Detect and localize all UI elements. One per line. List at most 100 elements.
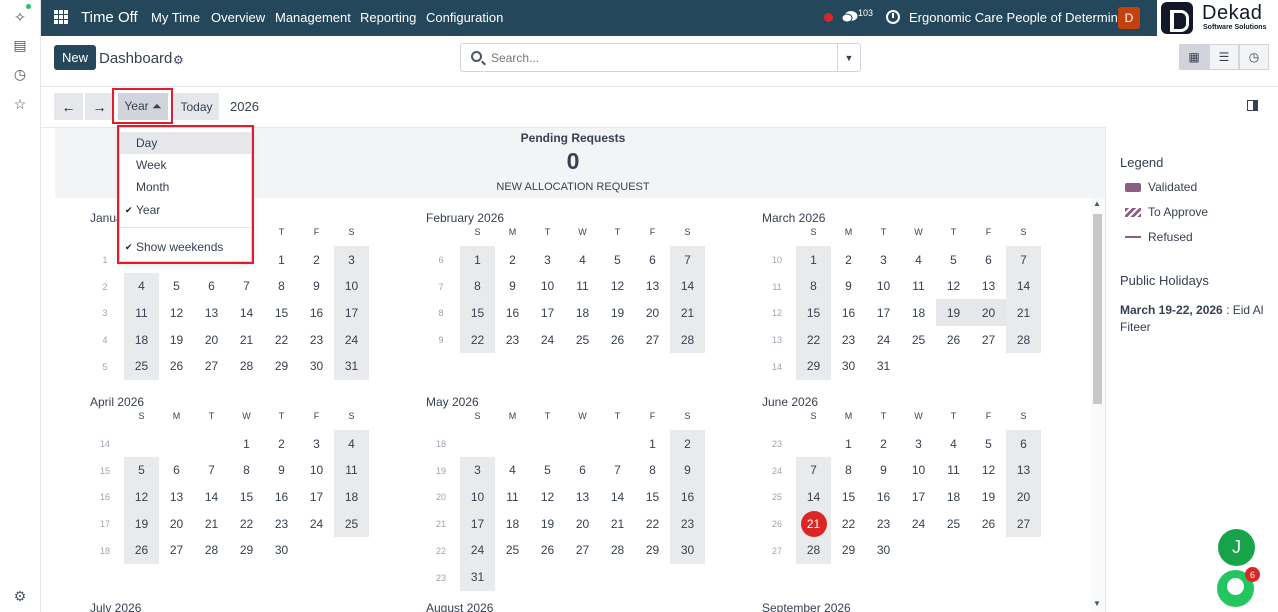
- day-cell[interactable]: 16: [495, 299, 530, 326]
- day-cell[interactable]: 24: [901, 510, 936, 537]
- day-cell[interactable]: 15: [831, 483, 866, 510]
- day-cell[interactable]: 3: [530, 246, 565, 273]
- day-cell[interactable]: 21: [229, 326, 264, 353]
- day-cell[interactable]: 11: [124, 299, 159, 327]
- day-cell[interactable]: 1: [460, 246, 495, 273]
- scroll-up-icon[interactable]: ▲: [1093, 199, 1101, 208]
- gear-icon[interactable]: ⚙: [173, 53, 184, 67]
- day-cell[interactable]: 22: [635, 510, 670, 537]
- day-cell[interactable]: 10: [460, 483, 495, 511]
- next-arrow-icon[interactable]: →: [85, 93, 114, 120]
- day-cell[interactable]: 18: [334, 483, 369, 511]
- day-cell[interactable]: 16: [866, 483, 901, 510]
- day-cell[interactable]: 10: [530, 273, 565, 300]
- day-cell[interactable]: 27: [194, 353, 229, 380]
- day-cell[interactable]: 13: [565, 483, 600, 510]
- day-cell[interactable]: 13: [1006, 456, 1041, 484]
- search-input[interactable]: [491, 49, 831, 67]
- day-cell[interactable]: 11: [565, 273, 600, 300]
- day-cell[interactable]: 10: [901, 457, 936, 484]
- day-cell[interactable]: 31: [334, 352, 369, 380]
- day-cell[interactable]: 12: [600, 273, 635, 300]
- day-cell[interactable]: 8: [460, 272, 495, 300]
- day-cell[interactable]: 8: [796, 272, 831, 300]
- day-cell[interactable]: 4: [936, 430, 971, 457]
- day-cell[interactable]: 1: [264, 246, 299, 273]
- day-cell[interactable]: 27: [635, 326, 670, 353]
- day-cell[interactable]: 17: [460, 510, 495, 538]
- day-cell[interactable]: 7: [670, 246, 705, 273]
- day-cell[interactable]: 22: [796, 326, 831, 354]
- day-cell[interactable]: 20: [1006, 483, 1041, 511]
- new-button[interactable]: New: [54, 45, 96, 70]
- day-cell[interactable]: 11: [334, 456, 369, 484]
- day-cell[interactable]: 23: [670, 510, 705, 538]
- chat-icon[interactable]: [842, 10, 858, 24]
- clock-icon[interactable]: [886, 10, 900, 24]
- recording-dot-icon[interactable]: [824, 13, 833, 22]
- day-cell[interactable]: 3: [460, 456, 495, 484]
- day-cell[interactable]: 23: [866, 510, 901, 537]
- day-cell[interactable]: 7: [194, 457, 229, 484]
- day-cell[interactable]: 2: [299, 246, 334, 273]
- company-switcher[interactable]: Ergonomic Care People of Determina...: [909, 10, 1136, 25]
- day-cell[interactable]: 20: [194, 326, 229, 353]
- day-cell[interactable]: 6: [1006, 430, 1041, 457]
- day-cell[interactable]: 17: [901, 483, 936, 510]
- day-cell[interactable]: 12: [936, 273, 971, 300]
- day-cell[interactable]: 14: [194, 483, 229, 510]
- app-name[interactable]: Time Off: [81, 9, 138, 26]
- day-cell[interactable]: 20: [971, 299, 1006, 327]
- day-cell[interactable]: 8: [831, 457, 866, 484]
- day-cell[interactable]: 1: [831, 430, 866, 457]
- list-view-icon[interactable]: ☰: [1209, 44, 1239, 70]
- day-cell[interactable]: 19: [600, 299, 635, 326]
- day-cell[interactable]: 9: [831, 273, 866, 300]
- day-cell[interactable]: 26: [971, 510, 1006, 537]
- app-grid-icon[interactable]: [54, 10, 68, 24]
- day-cell[interactable]: 2: [264, 430, 299, 457]
- day-cell[interactable]: 25: [936, 510, 971, 537]
- livechat-button[interactable]: 6: [1217, 567, 1260, 607]
- day-cell[interactable]: 25: [124, 352, 159, 380]
- day-cell[interactable]: 23: [495, 326, 530, 353]
- day-cell[interactable]: 21: [1006, 299, 1041, 327]
- day-cell[interactable]: 13: [635, 273, 670, 300]
- day-cell[interactable]: 25: [495, 537, 530, 564]
- day-cell[interactable]: 16: [670, 483, 705, 511]
- day-cell[interactable]: 24: [460, 536, 495, 564]
- day-cell[interactable]: 27: [1006, 510, 1041, 538]
- day-cell[interactable]: 20: [159, 510, 194, 537]
- day-cell[interactable]: 28: [670, 326, 705, 354]
- day-cell[interactable]: 8: [229, 457, 264, 484]
- day-cell[interactable]: 12: [971, 457, 1006, 484]
- day-cell[interactable]: 3: [901, 430, 936, 457]
- star-icon[interactable]: ☆: [11, 95, 29, 113]
- day-cell[interactable]: 22: [229, 510, 264, 537]
- day-cell[interactable]: 18: [495, 510, 530, 537]
- day-cell[interactable]: 21: [670, 299, 705, 327]
- day-cell[interactable]: 4: [901, 246, 936, 273]
- today-button[interactable]: Today: [174, 93, 219, 120]
- day-cell[interactable]: 17: [530, 299, 565, 326]
- day-cell[interactable]: 5: [530, 457, 565, 484]
- day-cell[interactable]: 6: [194, 273, 229, 300]
- day-cell[interactable]: 18: [936, 483, 971, 510]
- day-cell[interactable]: 19: [124, 510, 159, 538]
- day-cell[interactable]: 29: [831, 537, 866, 564]
- day-cell[interactable]: 26: [600, 326, 635, 353]
- day-cell[interactable]: 1: [229, 430, 264, 457]
- day-cell[interactable]: 2: [831, 246, 866, 273]
- day-cell[interactable]: 27: [159, 537, 194, 564]
- day-cell[interactable]: 26: [530, 537, 565, 564]
- day-cell[interactable]: 3: [299, 430, 334, 457]
- day-cell[interactable]: 4: [334, 430, 369, 457]
- activity-view-icon[interactable]: ◷: [1239, 44, 1269, 70]
- settings-gear-icon[interactable]: ⚙: [11, 587, 29, 605]
- day-cell[interactable]: 6: [159, 457, 194, 484]
- day-cell[interactable]: 15: [796, 299, 831, 327]
- day-cell[interactable]: 20: [635, 299, 670, 326]
- calendar-scrollbar[interactable]: ▲ ▼: [1091, 198, 1105, 612]
- day-cell[interactable]: 23: [264, 510, 299, 537]
- day-cell[interactable]: 16: [831, 299, 866, 326]
